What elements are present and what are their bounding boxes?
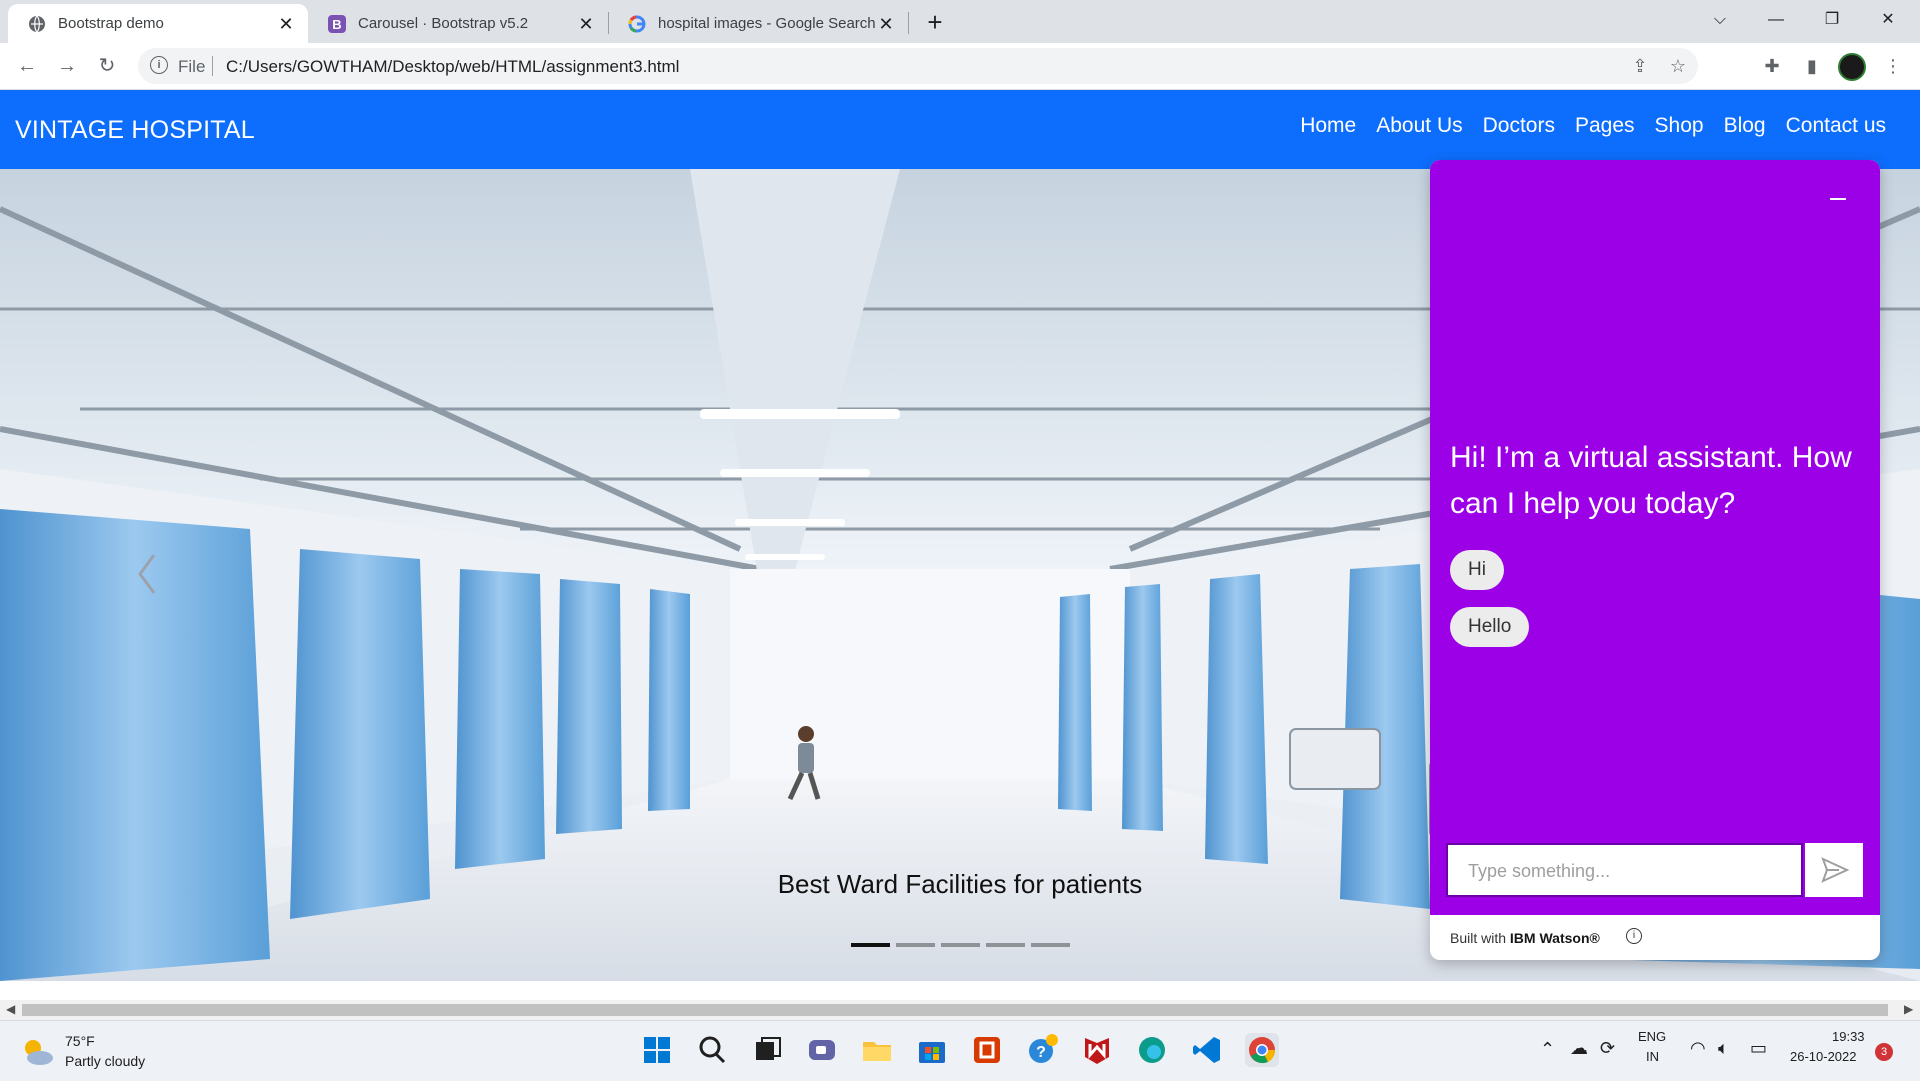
site-brand[interactable]: VINTAGE HOSPITAL	[15, 116, 255, 145]
forward-arrow-icon[interactable]: →	[52, 51, 82, 81]
carousel-indicator[interactable]	[896, 943, 935, 947]
tab-strip: Bootstrap demo ✕ B Carousel · Bootstrap …	[0, 0, 1920, 43]
tab-separator	[908, 12, 909, 34]
google-icon	[628, 15, 646, 33]
nav-doctors[interactable]: Doctors	[1473, 114, 1565, 138]
onedrive-cloud-icon[interactable]: ☁	[1570, 1038, 1588, 1059]
new-tab-button[interactable]: +	[920, 8, 950, 38]
partly-cloudy-icon	[25, 1040, 53, 1065]
file-explorer-icon[interactable]	[860, 1033, 894, 1067]
site-info-icon[interactable]: i	[150, 56, 168, 74]
address-bar[interactable]: i File C:/Users/GOWTHAM/Desktop/web/HTML…	[138, 48, 1698, 84]
extensions-icon[interactable]: ✚	[1759, 53, 1785, 79]
sync-icon[interactable]: ⟳	[1600, 1038, 1615, 1059]
notification-badge[interactable]: 3	[1875, 1043, 1893, 1061]
carousel-indicator[interactable]	[1031, 943, 1070, 947]
menu-kebab-icon[interactable]: ⋮	[1880, 53, 1906, 79]
horizontal-scrollbar[interactable]: ◀ ▶	[0, 1000, 1920, 1020]
carousel-indicators	[851, 943, 1070, 947]
microsoft-store-icon[interactable]	[915, 1033, 949, 1067]
url-text[interactable]: C:/Users/GOWTHAM/Desktop/web/HTML/assign…	[226, 57, 679, 77]
carousel-indicator[interactable]	[986, 943, 1025, 947]
scheme-label: File	[178, 57, 206, 76]
nav-links: Home About Us Doctors Pages Shop Blog Co…	[1290, 114, 1896, 138]
tab-carousel-bootstrap[interactable]: B Carousel · Bootstrap v5.2 ✕	[308, 4, 608, 43]
send-icon	[1821, 857, 1850, 883]
chat-input-placeholder: Type something...	[1468, 861, 1611, 881]
site-navbar: VINTAGE HOSPITAL Home About Us Doctors P…	[0, 90, 1920, 169]
carousel-indicator[interactable]	[941, 943, 980, 947]
nav-pages[interactable]: Pages	[1565, 114, 1645, 138]
weather-condition: Partly cloudy	[65, 1053, 146, 1069]
side-panel-icon[interactable]: ▮	[1799, 53, 1825, 79]
chat-panel: Hi! I’m a virtual assistant. How can I h…	[1430, 160, 1880, 915]
close-icon[interactable]: ✕	[576, 14, 596, 34]
bootstrap-icon: B	[328, 14, 346, 33]
taskbar: 75°F Partly cloudy ? ⌃ ☁ ⟳ ENG IN ◠ 🔈︎ ▭…	[0, 1020, 1920, 1081]
carousel-prev-button[interactable]	[132, 549, 162, 599]
chrome-icon[interactable]	[1245, 1033, 1279, 1067]
address-separator	[212, 56, 213, 76]
nav-blog[interactable]: Blog	[1714, 114, 1776, 138]
nav-home[interactable]: Home	[1290, 114, 1366, 138]
close-icon[interactable]: ✕	[276, 14, 296, 34]
info-icon[interactable]: i	[1626, 928, 1642, 944]
minimize-chat-icon[interactable]	[1830, 198, 1846, 200]
globe-icon	[28, 15, 46, 33]
share-icon[interactable]: ⇪	[1628, 54, 1652, 78]
chat-footer: Built with IBM Watson®	[1450, 930, 1600, 946]
send-button[interactable]	[1805, 843, 1863, 897]
clock-date[interactable]: 26-10-2022	[1790, 1049, 1857, 1064]
vscode-icon[interactable]	[1190, 1033, 1224, 1067]
wifi-icon[interactable]: ◠	[1690, 1038, 1706, 1059]
get-help-icon[interactable]: ?	[1025, 1033, 1059, 1067]
tab-title: Bootstrap demo	[58, 15, 164, 32]
edge-browser-icon[interactable]	[1135, 1033, 1169, 1067]
language-top[interactable]: ENG	[1638, 1029, 1666, 1044]
reload-icon[interactable]: ↻	[92, 51, 122, 81]
carousel-indicator[interactable]	[851, 943, 890, 947]
weather-temperature: 75°F	[65, 1033, 95, 1049]
windows-start-icon[interactable]	[640, 1033, 674, 1067]
show-hidden-icons-chevron-icon[interactable]: ⌃	[1540, 1039, 1555, 1060]
chat-option-hello[interactable]: Hello	[1450, 607, 1530, 647]
close-window-button[interactable]: ✕	[1860, 0, 1916, 40]
teams-chat-icon[interactable]	[805, 1033, 839, 1067]
tab-bootstrap-demo[interactable]: Bootstrap demo ✕	[8, 4, 308, 43]
chat-message-input[interactable]: Type something...	[1446, 843, 1803, 897]
scrollbar-thumb[interactable]	[22, 1004, 1888, 1016]
bookmark-star-icon[interactable]: ☆	[1666, 54, 1690, 78]
clock-time[interactable]: 19:33	[1832, 1029, 1865, 1044]
close-icon[interactable]: ✕	[876, 14, 896, 34]
task-view-icon[interactable]	[750, 1033, 784, 1067]
nav-about-us[interactable]: About Us	[1366, 114, 1472, 138]
battery-icon[interactable]: ▭	[1750, 1038, 1767, 1059]
search-icon[interactable]	[695, 1033, 729, 1067]
footer-prefix: Built with	[1450, 930, 1507, 946]
tab-search-chevron-icon[interactable]: ⌵	[1692, 0, 1748, 40]
nav-shop[interactable]: Shop	[1645, 114, 1714, 138]
volume-icon[interactable]: 🔈︎	[1718, 1038, 1729, 1059]
office-icon[interactable]	[970, 1033, 1004, 1067]
chat-greeting: Hi! I’m a virtual assistant. How can I h…	[1450, 441, 1852, 520]
tab-title: Carousel · Bootstrap v5.2	[358, 15, 529, 32]
minimize-window-button[interactable]: —	[1748, 0, 1804, 40]
footer-brand: IBM Watson®	[1509, 930, 1600, 946]
chat-widget: Hi! I’m a virtual assistant. How can I h…	[1430, 160, 1880, 960]
svg-text:?: ?	[1036, 1044, 1046, 1061]
svg-text:B: B	[332, 17, 341, 32]
back-arrow-icon[interactable]: ←	[12, 51, 42, 81]
tab-title: hospital images - Google Search	[658, 15, 876, 32]
profile-avatar[interactable]	[1838, 53, 1866, 81]
language-bottom[interactable]: IN	[1646, 1049, 1659, 1064]
maximize-window-button[interactable]: ❐	[1804, 0, 1860, 40]
nav-contact-us[interactable]: Contact us	[1776, 114, 1896, 138]
scroll-right-arrow-icon[interactable]: ▶	[1904, 1002, 1913, 1016]
scroll-left-arrow-icon[interactable]: ◀	[6, 1002, 15, 1016]
mcafee-icon[interactable]	[1080, 1033, 1114, 1067]
tab-google-search[interactable]: hospital images - Google Search ✕	[608, 4, 908, 43]
browser-toolbar: ← → ↻ i File C:/Users/GOWTHAM/Desktop/we…	[0, 43, 1920, 90]
chat-option-hi[interactable]: Hi	[1450, 550, 1504, 590]
